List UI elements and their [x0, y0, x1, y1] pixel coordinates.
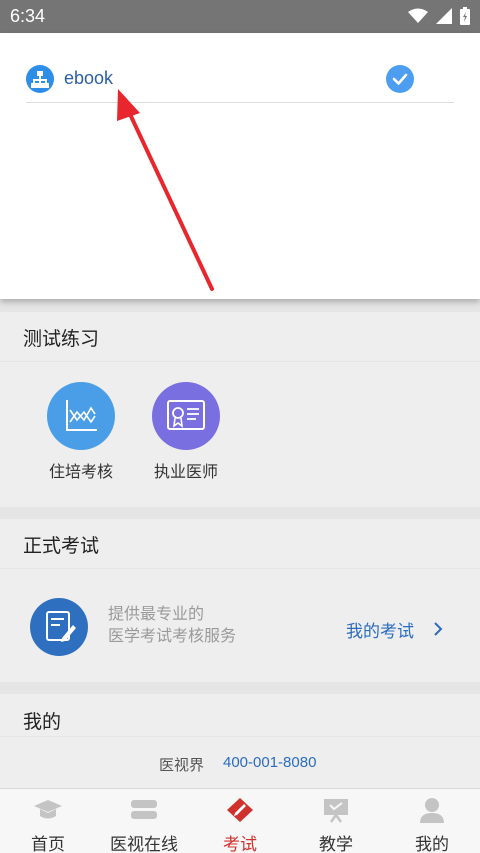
status-icons	[408, 7, 470, 25]
check-icon	[386, 65, 414, 93]
my-exam-link[interactable]: 我的考试	[346, 617, 414, 642]
exam-document-icon	[30, 598, 88, 656]
graduation-cap-icon	[34, 800, 62, 819]
account-dropdown-panel: ebook	[0, 33, 480, 299]
signal-icon	[436, 8, 452, 24]
nav-label: 首页	[31, 835, 65, 853]
stack-icon	[131, 800, 157, 819]
formal-exam-section: 正式考试 提供最专业的 医学考试考核服务 我的考试	[0, 519, 480, 682]
org-tree-icon	[26, 65, 54, 93]
formal-exam-title: 正式考试	[23, 535, 100, 557]
nav-label: 教学	[319, 835, 353, 853]
nav-label: 考试	[223, 835, 257, 853]
tab-mine[interactable]: 我的	[384, 789, 480, 853]
company-name: 医视界	[159, 756, 205, 774]
tab-teaching[interactable]: 教学	[288, 789, 384, 853]
exam-desc-line2: 医学考试考核服务	[108, 626, 237, 645]
exam-desc-line1: 提供最专业的	[108, 604, 205, 623]
tab-online[interactable]: 医视在线	[96, 789, 192, 853]
mine-header: 我的	[0, 694, 480, 737]
chevron-right-icon	[434, 622, 443, 636]
practice-title: 测试练习	[23, 328, 100, 350]
practice-header: 测试练习	[0, 312, 480, 362]
formal-exam-header: 正式考试	[0, 519, 480, 569]
battery-icon	[460, 7, 470, 25]
certificate-icon	[152, 382, 220, 450]
exam-diamond-icon	[227, 798, 253, 822]
contact-line: 医视界 400-001-8080	[0, 737, 480, 787]
bottom-navigation: 首页 医视在线 考试 教学 我的	[0, 788, 480, 853]
whiteboard-icon	[324, 799, 348, 823]
grid-label: 执业医师	[153, 462, 218, 481]
mine-title: 我的	[23, 711, 62, 733]
status-bar: 6:34	[0, 0, 480, 33]
account-label: ebook	[64, 68, 114, 88]
nav-label: 我的	[415, 835, 449, 853]
practice-section: 测试练习 住培考核 执业医师	[0, 312, 480, 507]
wifi-icon	[408, 8, 428, 23]
my-exam-row[interactable]: 提供最专业的 医学考试考核服务 我的考试	[0, 571, 480, 681]
status-time: 6:34	[10, 6, 46, 26]
grid-item-residency-assessment[interactable]: 住培考核	[31, 382, 131, 482]
grid-label: 住培考核	[48, 462, 113, 481]
chart-line-icon	[47, 382, 115, 450]
tab-home[interactable]: 首页	[0, 789, 96, 853]
tab-exam[interactable]: 考试	[192, 789, 288, 853]
exam-description: 提供最专业的 医学考试考核服务	[108, 603, 236, 647]
user-icon	[420, 798, 444, 823]
grid-item-licensed-physician[interactable]: 执业医师	[136, 382, 236, 482]
mine-section: 我的 医视界 400-001-8080	[0, 694, 480, 788]
account-option-row[interactable]: ebook	[26, 63, 454, 103]
phone-link[interactable]: 400-001-8080	[223, 754, 316, 771]
nav-label: 医视在线	[110, 835, 178, 853]
